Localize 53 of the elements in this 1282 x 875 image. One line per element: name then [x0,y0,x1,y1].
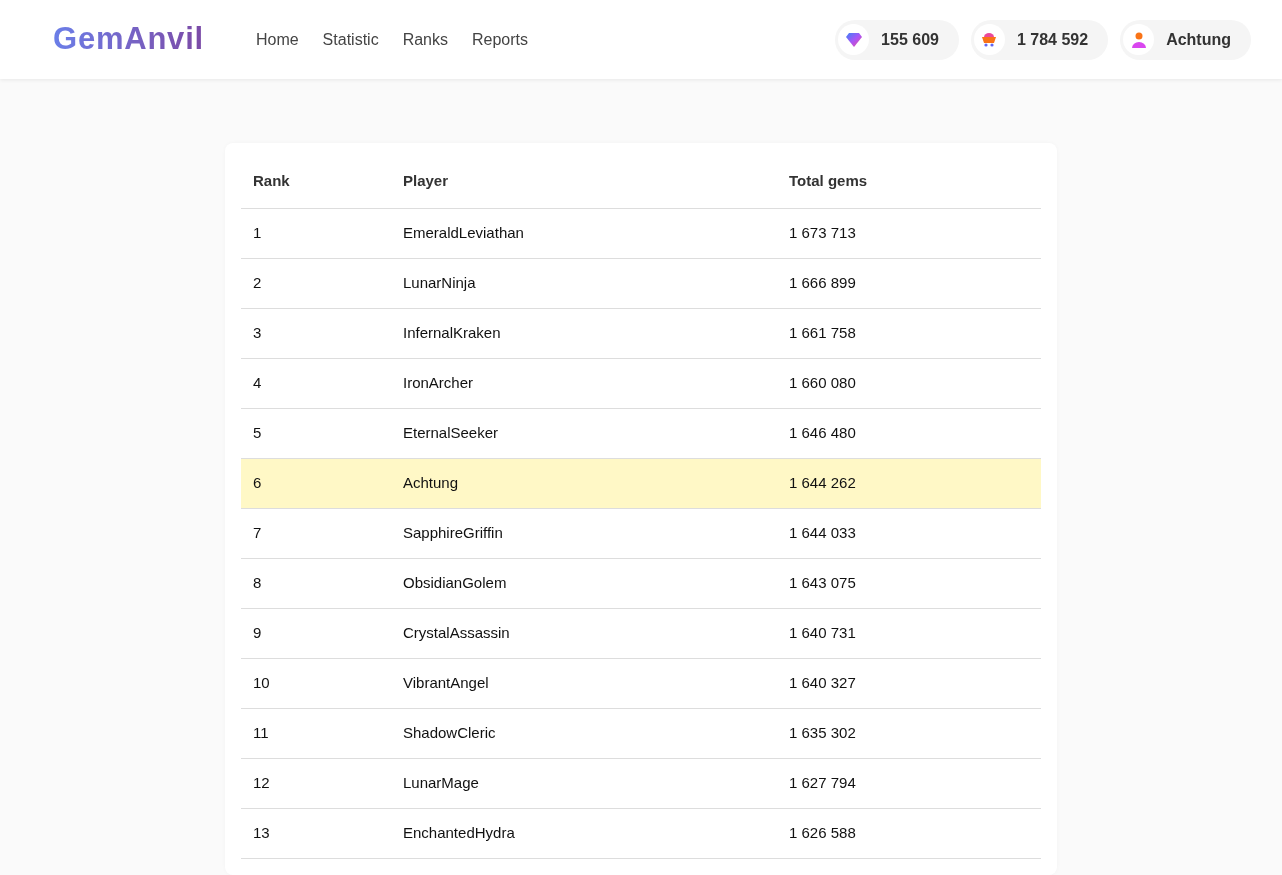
mine-cart-icon [981,32,998,47]
nav-link[interactable]: Ranks [402,27,448,52]
table-cell: 4 [241,358,391,408]
table-cell: 1 661 758 [777,308,1041,358]
table-cell: VibrantAngel [391,658,777,708]
table-cell: EmeraldLeviathan [391,208,777,258]
column-header: Player [391,143,777,208]
nav-link[interactable]: Home [255,27,299,52]
user-icon [1131,31,1146,48]
table-cell: 6 [241,458,391,508]
table-cell: 2 [241,258,391,308]
table-cell: ObsidianGolem [391,558,777,608]
table-cell: EnchantedHydra [391,808,777,858]
nav-link[interactable]: Statistic [322,27,379,52]
user-name: Achtung [1166,29,1231,50]
table-cell: 1 643 075 [777,558,1041,608]
table-cell: 5 [241,408,391,458]
table-cell: EternalSeeker [391,408,777,458]
column-header: Rank [241,143,391,208]
table-cell: ShadowCleric [391,708,777,758]
table-cell: Achtung [391,458,777,508]
table-cell: CrystalAssassin [391,608,777,658]
table-cell: LunarNinja [391,258,777,308]
table-cell: 1 673 713 [777,208,1041,258]
table-cell: LunarMage [391,758,777,808]
table-cell: 1 644 033 [777,508,1041,558]
table-cell: 9 [241,608,391,658]
table-cell: 1 635 302 [777,708,1041,758]
table-cell: 11 [241,708,391,758]
table-cell: 7 [241,508,391,558]
table-cell: 1 640 731 [777,608,1041,658]
table-cell: SapphireGriffin [391,508,777,558]
table-cell: 1 644 262 [777,458,1041,508]
nav-link[interactable]: Reports [472,27,528,52]
table-cell: InfernalKraken [391,308,777,358]
table-cell: 1 660 080 [777,358,1041,408]
diamond-icon [845,32,862,47]
table-cell: 10 [241,658,391,708]
table-cell: IronArcher [391,358,777,408]
column-header: Total gems [777,143,1041,208]
table-cell: 1 666 899 [777,258,1041,308]
stat-value: 1 784 592 [1016,29,1089,50]
table-cell: 1 626 588 [777,808,1041,858]
table-cell: 1 627 794 [777,758,1041,808]
table-cell: 12 [241,758,391,808]
stat-value: 155 609 [881,29,939,50]
table-cell: 8 [241,558,391,608]
table-cell: 1 640 327 [777,658,1041,708]
table-cell: 3 [241,308,391,358]
table-cell: 13 [241,808,391,858]
table-cell: 1 [241,208,391,258]
table-cell: 1 646 480 [777,408,1041,458]
user-pill[interactable]: Achtung [1120,19,1251,60]
